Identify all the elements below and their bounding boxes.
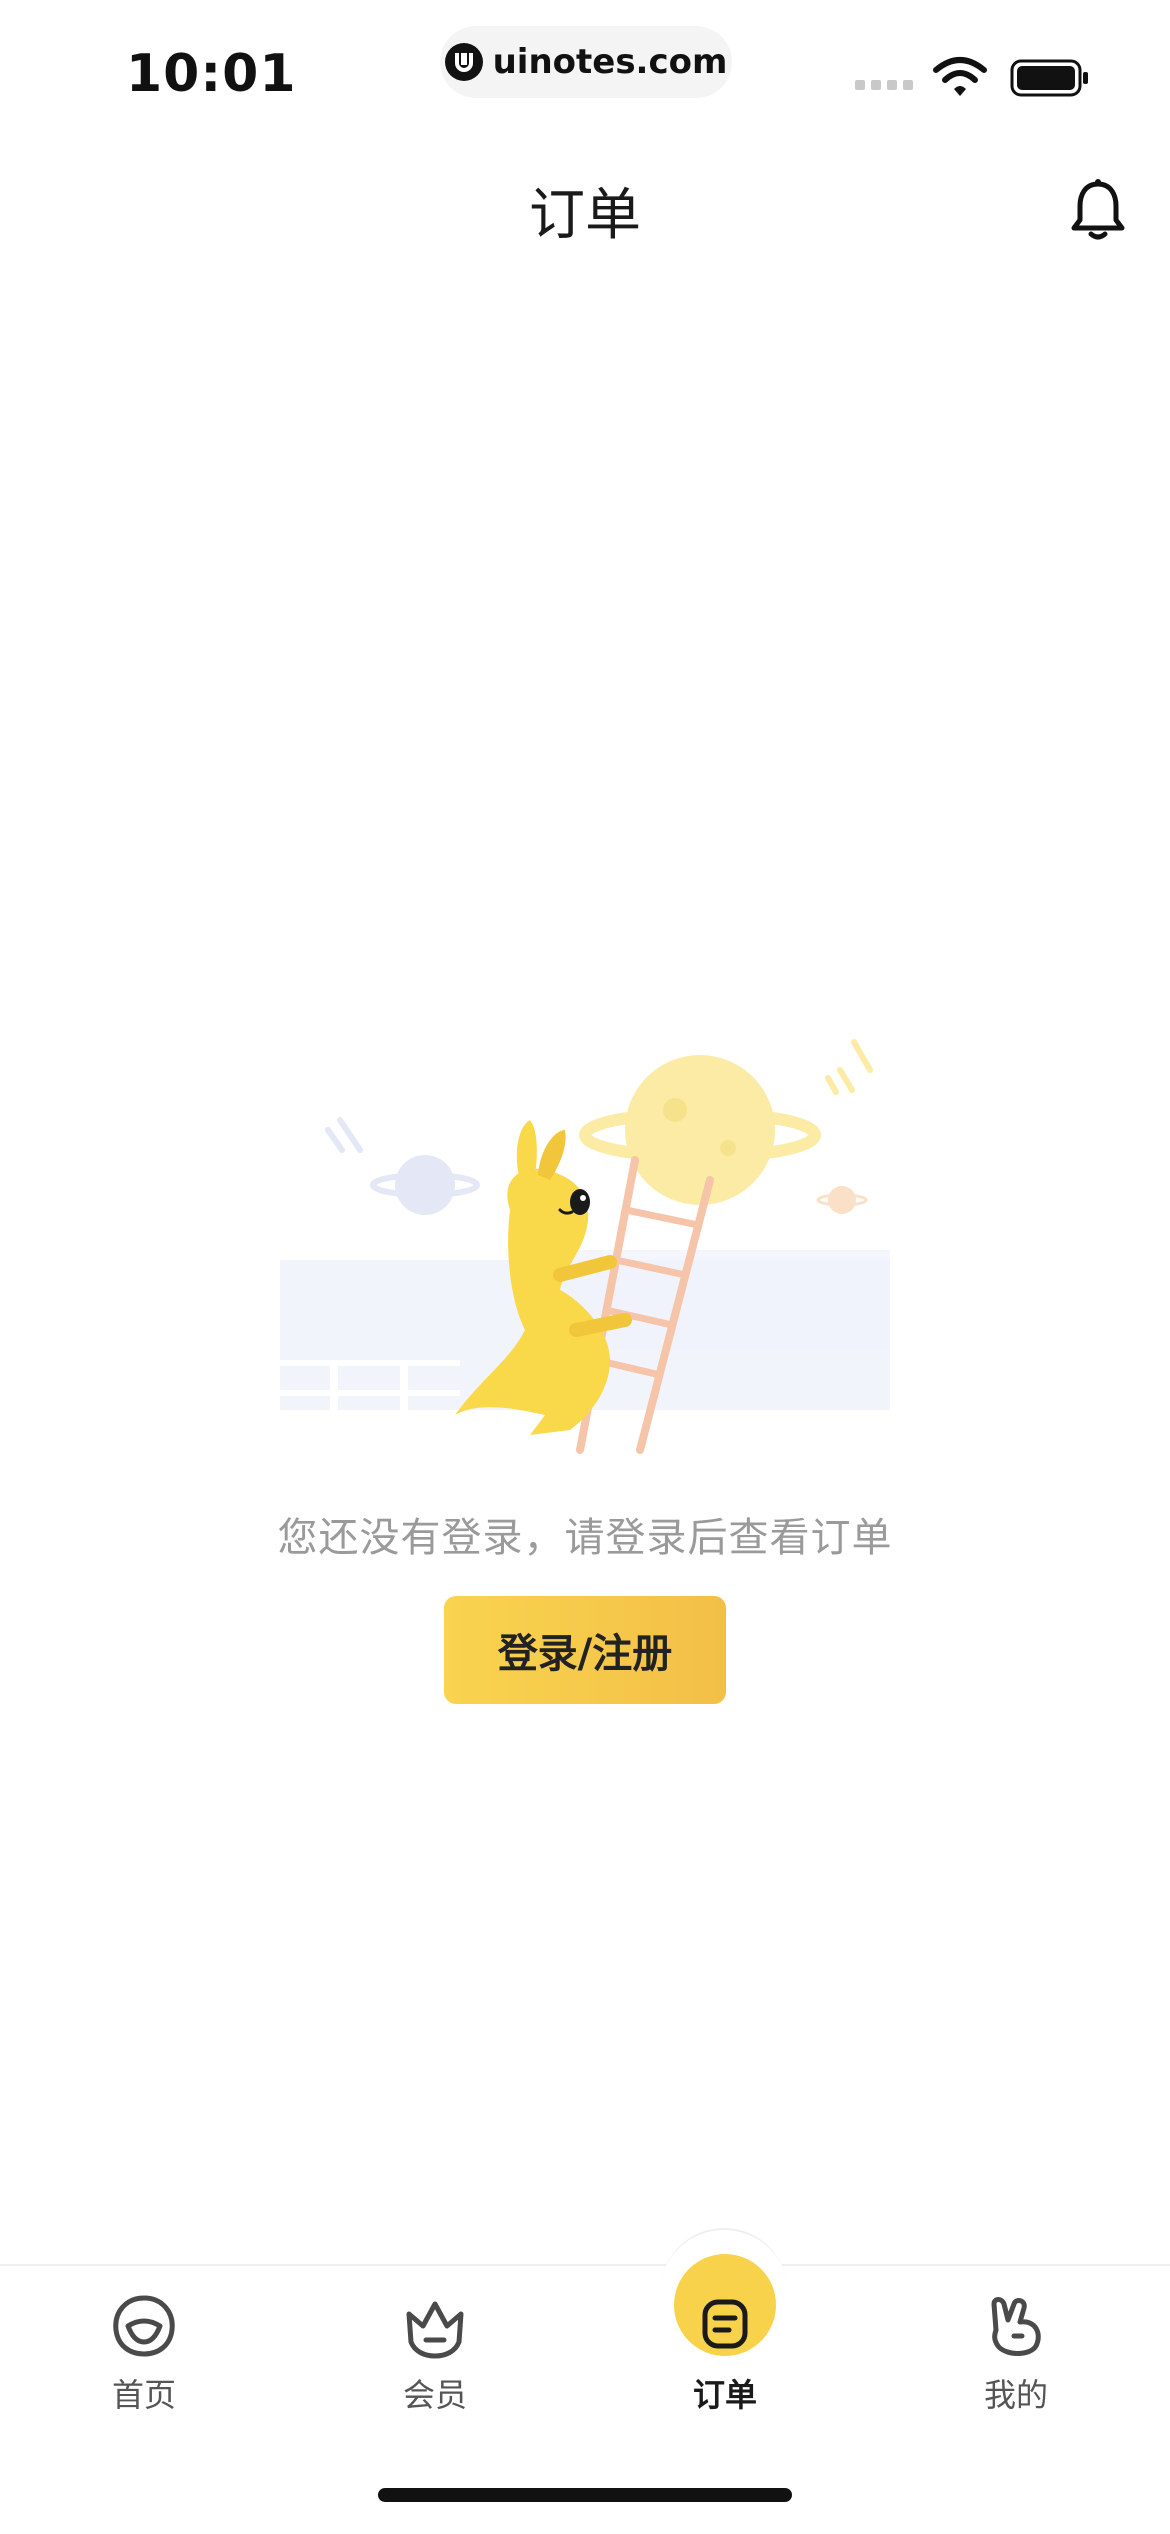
page-title: 订单 [529, 183, 641, 248]
crown-face-icon [406, 2301, 464, 2359]
login-register-button[interactable]: 登录/注册 [444, 1596, 726, 1704]
tab-membership-label: 会员 [402, 2376, 467, 2414]
header: 订单 [0, 140, 1170, 270]
tab-orders-label: 订单 [692, 2376, 757, 2414]
order-list-icon [702, 2299, 748, 2349]
status-bar: 10:01 uinotes.com [0, 0, 1170, 135]
home-face-icon [113, 2295, 175, 2357]
empty-state-message: 您还没有登录，请登录后查看订单 [277, 1515, 893, 1561]
signal-icon [855, 80, 913, 90]
tab-orders[interactable]: 订单 [635, 2290, 815, 2420]
tab-home-label: 首页 [111, 2376, 176, 2414]
wifi-icon [933, 57, 987, 96]
tab-membership[interactable]: 会员 [345, 2290, 525, 2420]
empty-state-illustration [280, 1039, 890, 1454]
bell-icon[interactable] [1068, 178, 1128, 242]
home-indicator [378, 2488, 792, 2502]
status-time: 10:01 [126, 44, 297, 104]
tab-profile[interactable]: 我的 [926, 2290, 1106, 2420]
url-pill[interactable]: uinotes.com [440, 26, 732, 98]
url-text: uinotes.com [492, 42, 728, 82]
uinotes-logo-icon [444, 43, 483, 81]
tab-profile-label: 我的 [983, 2376, 1048, 2414]
battery-icon [1010, 59, 1088, 97]
bunny-face-icon [991, 2297, 1041, 2356]
tab-home[interactable]: 首页 [54, 2290, 234, 2420]
